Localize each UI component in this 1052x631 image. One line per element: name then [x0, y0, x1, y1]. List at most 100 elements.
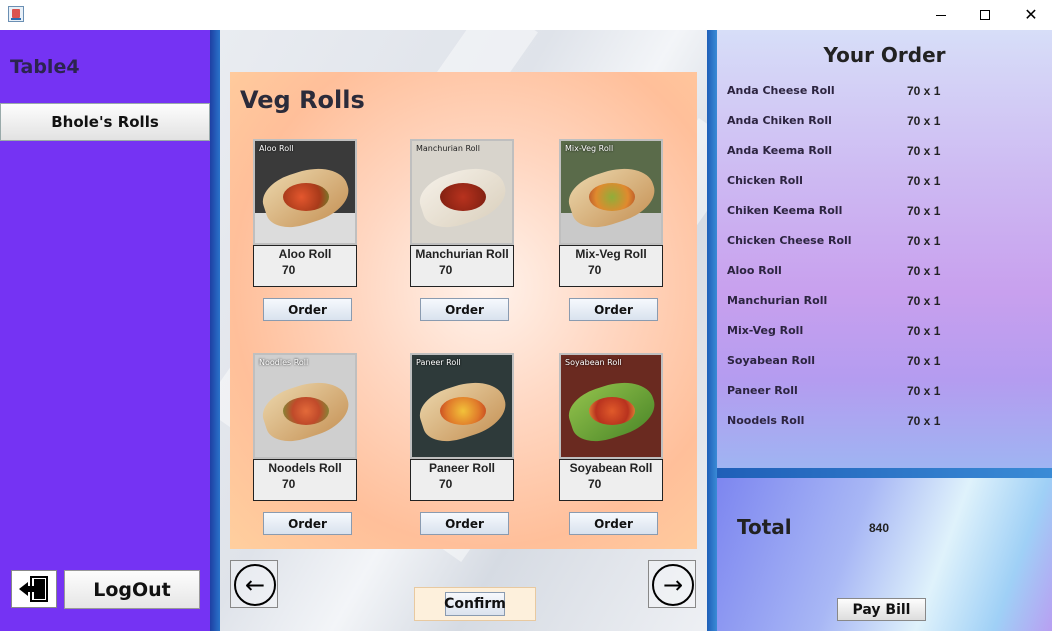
logout-button[interactable]: LogOut	[64, 570, 200, 609]
exit-door-icon	[19, 576, 48, 602]
item-image: Paneer Roll	[410, 353, 514, 459]
item-name: Aloo Roll	[278, 247, 332, 261]
roll-filling	[440, 183, 486, 211]
order-item-qty: 70 x 1	[907, 174, 941, 188]
item-name: Manchurian Roll	[415, 247, 509, 261]
order-row: Chicken Cheese Roll 70 x 1	[727, 234, 1027, 250]
right-divider	[707, 30, 717, 631]
order-item-name: Anda Chiken Roll	[727, 114, 832, 127]
item-image-caption: Soyabean Roll	[565, 358, 622, 367]
next-page-button[interactable]: →	[648, 560, 696, 608]
item-image: Noodles Roll	[253, 353, 357, 459]
item-info: Mix-Veg Roll 70	[559, 245, 663, 287]
close-button[interactable]: ✕	[1008, 0, 1052, 30]
restaurant-button[interactable]: Bhole's Rolls	[0, 103, 210, 141]
order-panel: Your Order Anda Cheese Roll 70 x 1 Anda Ch…	[717, 30, 1052, 468]
order-row: Chiken Keema Roll 70 x 1	[727, 204, 1027, 220]
item-name: Paneer Roll	[428, 461, 496, 475]
order-item-name: Soyabean Roll	[727, 354, 816, 367]
item-price: 70	[588, 477, 602, 491]
item-info: Paneer Roll 70	[410, 459, 514, 501]
order-item-name: Aloo Roll	[727, 264, 782, 277]
item-info: Soyabean Roll 70	[559, 459, 663, 501]
order-row: Anda Keema Roll 70 x 1	[727, 144, 1027, 160]
minimize-button[interactable]	[918, 0, 964, 30]
confirm-container: Confirm	[414, 587, 536, 621]
order-button[interactable]: Order	[420, 298, 509, 321]
roll-filling	[589, 183, 635, 211]
roll-filling	[283, 397, 329, 425]
item-image-caption: Mix-Veg Roll	[565, 144, 614, 153]
menu-title: Veg Rolls	[240, 86, 365, 114]
order-item-qty: 70 x 1	[907, 234, 941, 248]
maximize-icon	[980, 10, 990, 20]
order-row: Mix-Veg Roll 70 x 1	[727, 324, 1027, 340]
confirm-button[interactable]: Confirm	[444, 592, 506, 616]
item-price: 70	[282, 263, 296, 277]
item-image-caption: Manchurian Roll	[416, 144, 480, 153]
item-image: Manchurian Roll	[410, 139, 514, 245]
total-value: 840	[869, 521, 890, 535]
order-button[interactable]: Order	[569, 298, 658, 321]
exit-button[interactable]	[11, 570, 57, 608]
order-item-name: Mix-Veg Roll	[727, 324, 804, 337]
previous-page-button[interactable]: ←	[230, 560, 278, 608]
menu-panel: Veg Rolls Aloo Roll Aloo Roll 70 Order M…	[230, 72, 697, 549]
order-item-qty: 70 x 1	[907, 144, 941, 158]
bill-divider	[717, 468, 1052, 478]
arrow-left-circle-icon: ←	[234, 564, 276, 606]
order-row: Anda Chiken Roll 70 x 1	[727, 114, 1027, 130]
order-button[interactable]: Order	[569, 512, 658, 535]
item-name: Mix-Veg Roll	[575, 247, 647, 261]
order-row: Soyabean Roll 70 x 1	[727, 354, 1027, 370]
item-image-caption: Noodles Roll	[259, 358, 309, 367]
bill-panel: Total 840 Pay Bill	[717, 478, 1052, 631]
minimize-icon	[936, 14, 946, 16]
roll-filling	[440, 397, 486, 425]
order-button[interactable]: Order	[263, 512, 352, 535]
item-name: Soyabean Roll	[569, 461, 653, 475]
order-item-qty: 70 x 1	[907, 264, 941, 278]
order-item-qty: 70 x 1	[907, 204, 941, 218]
item-info: Manchurian Roll 70	[410, 245, 514, 287]
pay-bill-button[interactable]: Pay Bill	[837, 598, 926, 621]
order-item-qty: 70 x 1	[907, 354, 941, 368]
order-button[interactable]: Order	[263, 298, 352, 321]
title-bar: ✕	[0, 0, 1052, 30]
close-icon: ✕	[1024, 5, 1038, 24]
order-button[interactable]: Order	[420, 512, 509, 535]
order-item-name: Anda Keema Roll	[727, 144, 833, 157]
order-item-qty: 70 x 1	[907, 324, 941, 338]
order-row: Paneer Roll 70 x 1	[727, 384, 1027, 400]
roll-filling	[589, 397, 635, 425]
order-item-name: Chicken Cheese Roll	[727, 234, 852, 247]
order-item-name: Anda Cheese Roll	[727, 84, 835, 97]
table-label: Table4	[10, 56, 80, 78]
item-price: 70	[588, 263, 602, 277]
java-app-icon	[8, 6, 24, 22]
order-item-qty: 70 x 1	[907, 384, 941, 398]
order-item-name: Paneer Roll	[727, 384, 798, 397]
order-item-qty: 70 x 1	[907, 84, 941, 98]
item-price: 70	[439, 477, 453, 491]
item-price: 70	[439, 263, 453, 277]
item-price: 70	[282, 477, 296, 491]
item-image: Aloo Roll	[253, 139, 357, 245]
order-item-qty: 70 x 1	[907, 114, 941, 128]
order-row: Chicken Roll 70 x 1	[727, 174, 1027, 190]
order-title: Your Order	[823, 43, 946, 67]
order-item-name: Noodels Roll	[727, 414, 805, 427]
item-image: Soyabean Roll	[559, 353, 663, 459]
sidebar: Table4 Bhole's Rolls LogOut	[0, 30, 210, 631]
total-label: Total	[737, 515, 792, 539]
item-name: Noodels Roll	[268, 461, 342, 475]
item-info: Aloo Roll 70	[253, 245, 357, 287]
maximize-button[interactable]	[962, 0, 1008, 30]
order-row: Aloo Roll 70 x 1	[727, 264, 1027, 280]
left-divider	[210, 30, 220, 631]
order-item-name: Manchurian Roll	[727, 294, 828, 307]
item-info: Noodels Roll 70	[253, 459, 357, 501]
order-row: Noodels Roll 70 x 1	[727, 414, 1027, 430]
item-image: Mix-Veg Roll	[559, 139, 663, 245]
order-item-name: Chicken Roll	[727, 174, 803, 187]
